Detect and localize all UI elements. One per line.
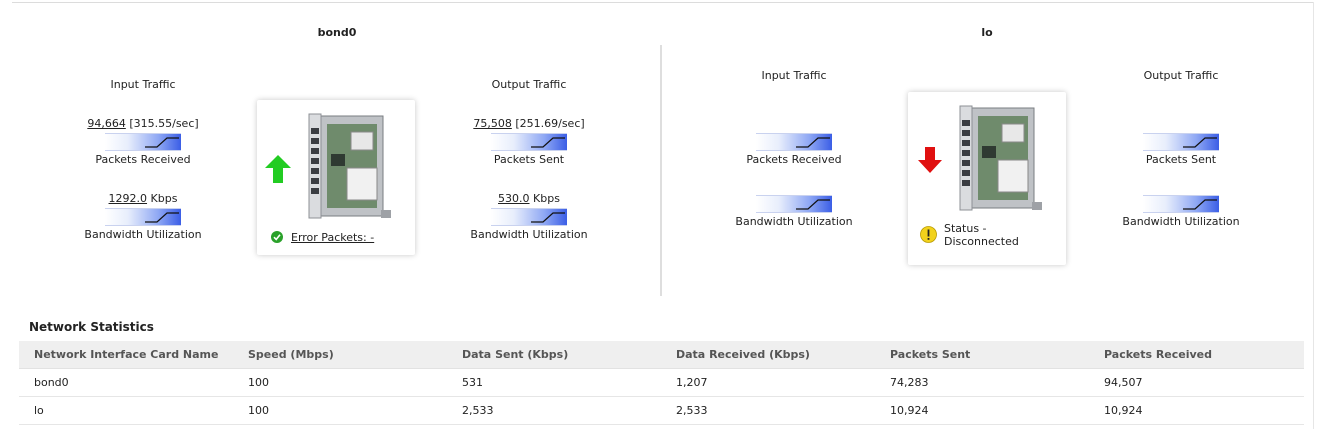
packets-sent-value: 75,508 [251.69/sec]: [446, 117, 612, 130]
arrow-up-icon: [265, 155, 291, 183]
in-bandwidth-label: Bandwidth Utilization: [84, 228, 202, 241]
out-bandwidth-value: 530.0 Kbps: [466, 192, 592, 205]
lo-in-bandwidth-label: Bandwidth Utilization: [735, 215, 853, 228]
nic-card-lo[interactable]: Status - Disconnected: [908, 92, 1066, 265]
network-card-icon: [959, 105, 1042, 211]
error-packets-link[interactable]: Error Packets: -: [291, 231, 374, 244]
sparkline-icon: [531, 212, 565, 223]
column-header[interactable]: Packets Sent: [875, 341, 1089, 369]
status-text: Status - Disconnected: [944, 222, 1019, 248]
warning-icon: [920, 226, 937, 243]
sparkline-icon: [145, 137, 179, 148]
column-header[interactable]: Network Interface Card Name: [19, 341, 233, 369]
arrow-down-icon: [918, 147, 942, 173]
panel-divider: [660, 45, 662, 296]
in-bandwidth-link[interactable]: 1292.0: [109, 192, 148, 205]
nic-card-bond0[interactable]: Error Packets: -: [257, 100, 415, 255]
error-packets-status: Error Packets: -: [271, 231, 374, 244]
network-statistics-title: Network Statistics: [29, 320, 154, 334]
packets-sent-meter: [491, 133, 567, 151]
packets-received-link[interactable]: 94,664: [87, 117, 126, 130]
packets-received-rate: [315.55/sec]: [129, 117, 199, 130]
lo-packets-received-label: Packets Received: [746, 153, 842, 166]
sparkline-icon: [531, 137, 565, 148]
table-cell: 74,283: [875, 368, 1089, 397]
packets-received-label: Packets Received: [95, 153, 191, 166]
table-header-row: Network Interface Card Name Speed (Mbps)…: [19, 341, 1304, 369]
table-row[interactable]: bond0 100 531 1,207 74,283 94,507: [19, 368, 1304, 397]
column-header[interactable]: Data Sent (Kbps): [447, 341, 661, 369]
packets-sent-rate: [251.69/sec]: [515, 117, 585, 130]
sparkline-icon: [1183, 137, 1217, 148]
packets-received-value: 94,664 [315.55/sec]: [60, 117, 226, 130]
network-statistics-table: Network Interface Card Name Speed (Mbps)…: [19, 341, 1304, 425]
interface-title-lo: lo: [981, 26, 993, 39]
packets-sent-link[interactable]: 75,508: [473, 117, 512, 130]
check-circle-icon: [271, 231, 283, 243]
out-bandwidth-label: Bandwidth Utilization: [470, 228, 588, 241]
status-line-2: Disconnected: [944, 235, 1019, 248]
column-header[interactable]: Packets Received: [1089, 341, 1304, 369]
output-traffic-heading: Output Traffic: [491, 78, 567, 91]
table-cell: 94,507: [1089, 368, 1304, 397]
table-cell: 100: [233, 396, 447, 425]
sparkline-icon: [1183, 199, 1217, 210]
table-cell: lo: [19, 396, 233, 425]
status-line-1: Status -: [944, 222, 987, 235]
sparkline-icon: [145, 212, 179, 223]
table-cell: 10,924: [875, 396, 1089, 425]
lo-output-traffic-heading: Output Traffic: [1143, 69, 1219, 82]
lo-packets-received-meter: [756, 133, 832, 151]
column-header[interactable]: Speed (Mbps): [233, 341, 447, 369]
top-border: [12, 2, 1314, 3]
packets-received-meter: [105, 133, 181, 151]
lo-packets-sent-meter: [1143, 133, 1219, 151]
out-bandwidth-link[interactable]: 530.0: [498, 192, 530, 205]
packets-sent-label: Packets Sent: [493, 153, 565, 166]
lo-in-bandwidth-meter: [756, 195, 832, 213]
table-cell: 531: [447, 368, 661, 397]
interface-title-bond0: bond0: [317, 26, 357, 39]
lo-out-bandwidth-meter: [1143, 195, 1219, 213]
table-cell: 2,533: [661, 396, 875, 425]
table-row[interactable]: lo 100 2,533 2,533 10,924 10,924: [19, 396, 1304, 425]
table-cell: 2,533: [447, 396, 661, 425]
column-header[interactable]: Data Received (Kbps): [661, 341, 875, 369]
out-bandwidth-unit: Kbps: [533, 192, 560, 205]
out-bandwidth-meter: [491, 208, 567, 226]
right-border: [1313, 2, 1314, 429]
in-bandwidth-value: 1292.0 Kbps: [80, 192, 206, 205]
lo-out-bandwidth-label: Bandwidth Utilization: [1122, 215, 1240, 228]
input-traffic-heading: Input Traffic: [110, 78, 176, 91]
network-card-icon: [308, 113, 391, 219]
in-bandwidth-unit: Kbps: [150, 192, 178, 205]
table-cell: 100: [233, 368, 447, 397]
in-bandwidth-meter: [105, 208, 181, 226]
lo-input-traffic-heading: Input Traffic: [761, 69, 827, 82]
sparkline-icon: [796, 137, 830, 148]
sparkline-icon: [796, 199, 830, 210]
lo-packets-sent-label: Packets Sent: [1145, 153, 1217, 166]
table-cell: 10,924: [1089, 396, 1304, 425]
table-cell: 1,207: [661, 368, 875, 397]
table-cell: bond0: [19, 368, 233, 397]
